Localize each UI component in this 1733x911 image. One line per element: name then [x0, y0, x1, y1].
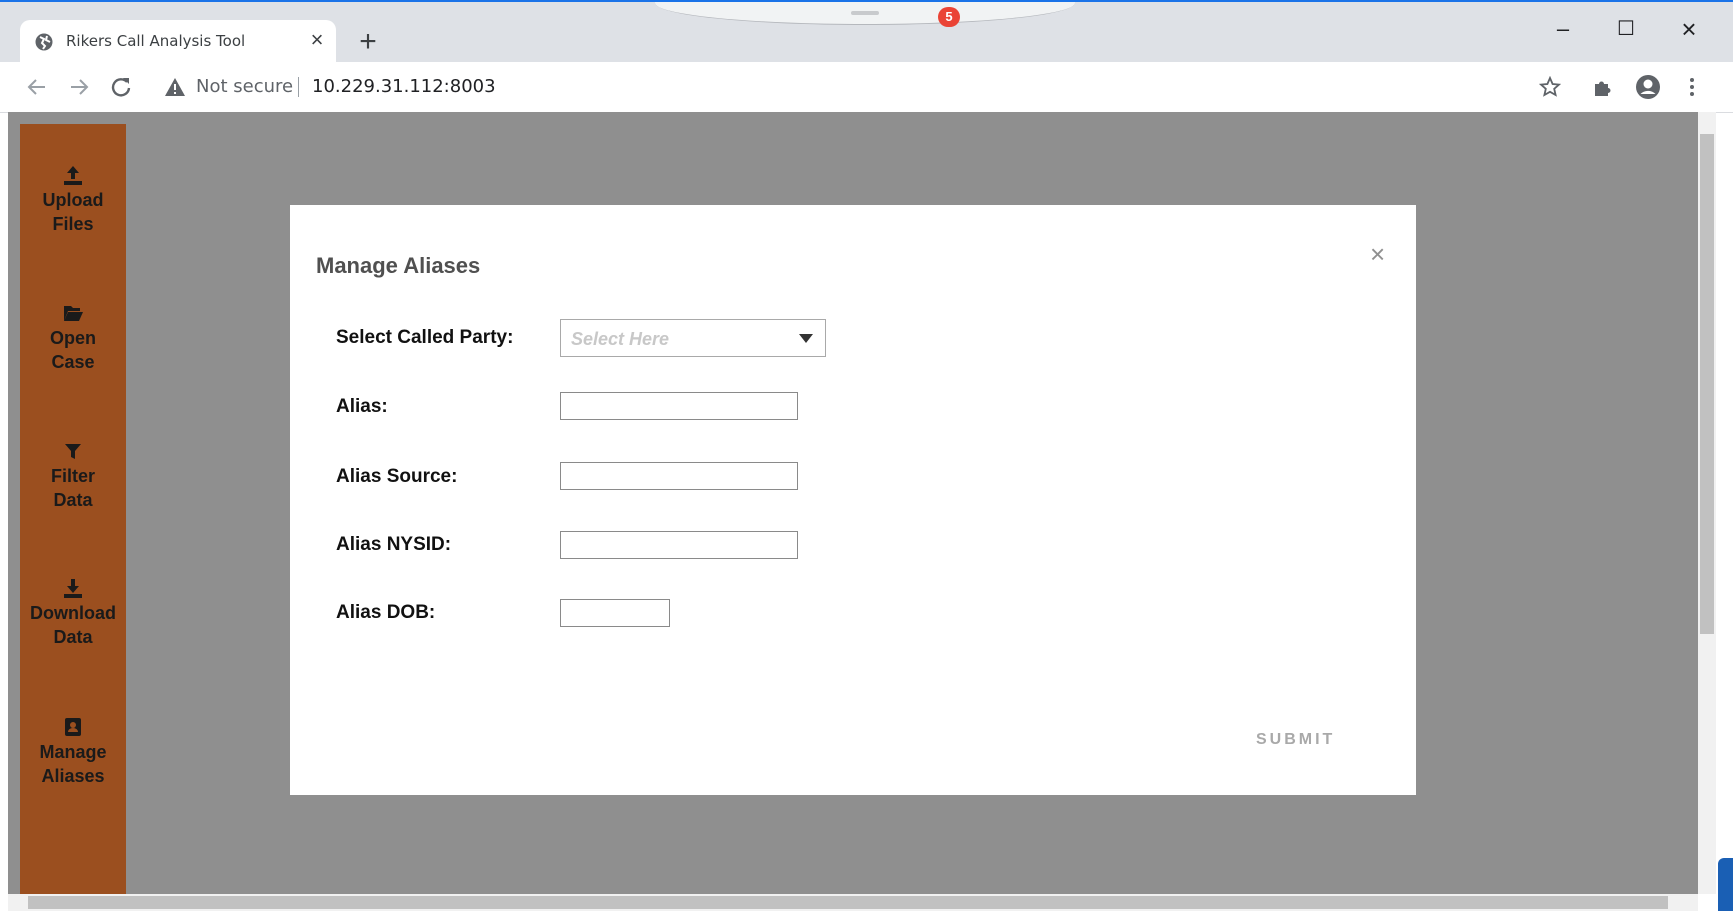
notification-badge[interactable]: 5	[938, 7, 960, 27]
minimize-button[interactable]: –	[1543, 14, 1583, 44]
browser-menu-icon[interactable]	[1676, 71, 1708, 103]
profile-avatar-icon[interactable]	[1632, 71, 1664, 103]
close-icon[interactable]: ×	[1370, 241, 1385, 267]
sidebar-label: Upload Files	[42, 190, 104, 234]
alias-nysid-label: Alias NYSID:	[336, 534, 452, 555]
alias-nysid-input[interactable]	[560, 531, 798, 559]
download-icon	[64, 579, 82, 598]
browser-tab-active[interactable]: Rikers Call Analysis Tool ×	[20, 20, 336, 64]
address-bar-url[interactable]: 10.229.31.112:8003	[312, 76, 496, 97]
new-tab-button[interactable]: +	[352, 26, 384, 58]
upload-icon	[64, 166, 82, 185]
alias-dob-label: Alias DOB:	[336, 602, 436, 623]
address-book-icon	[65, 718, 81, 736]
extensions-puzzle-icon[interactable]	[1586, 71, 1618, 103]
filter-icon	[65, 444, 81, 459]
select-placeholder: Select Here	[571, 329, 670, 349]
sidebar-item-upload-files[interactable]: Upload Files	[20, 164, 126, 236]
alias-label: Alias:	[336, 396, 388, 417]
warning-icon[interactable]	[164, 77, 186, 97]
chevron-down-icon	[799, 334, 813, 343]
close-window-button[interactable]: ×	[1669, 14, 1709, 44]
vertical-scroll-thumb[interactable]	[1700, 134, 1714, 634]
folder-open-icon	[64, 306, 83, 321]
called-party-select[interactable]: Select Here	[560, 319, 826, 357]
sidebar-item-filter-data[interactable]: Filter Data	[20, 440, 126, 512]
called-party-label: Select Called Party:	[336, 327, 514, 348]
manage-aliases-modal: Manage Aliases × Select Called Party: Se…	[290, 205, 1416, 795]
tab-close-icon[interactable]: ×	[306, 29, 328, 51]
back-arrow-icon[interactable]	[20, 70, 54, 104]
sidebar-label: Open Case	[49, 328, 96, 372]
sidebar-item-manage-aliases[interactable]: Manage Aliases	[20, 716, 126, 788]
sidebar-label: Manage Aliases	[39, 742, 107, 786]
horizontal-scrollbar[interactable]	[8, 894, 1698, 911]
alias-source-label: Alias Source:	[336, 466, 458, 487]
side-panel-tab[interactable]	[1718, 858, 1733, 911]
sidebar-label: Download Data	[30, 603, 116, 647]
horizontal-scroll-thumb[interactable]	[28, 896, 1668, 909]
modal-title: Manage Aliases	[316, 253, 481, 278]
reload-icon[interactable]	[104, 70, 138, 104]
bookmark-star-icon[interactable]	[1534, 71, 1566, 103]
notch-handle[interactable]	[851, 11, 879, 15]
sidebar-item-download-data[interactable]: Download Data	[20, 577, 126, 649]
notification-notch[interactable]: 5	[655, 2, 1075, 27]
tab-title: Rikers Call Analysis Tool	[66, 32, 246, 50]
alias-input[interactable]	[560, 392, 798, 420]
vertical-scrollbar[interactable]	[1698, 112, 1716, 894]
alias-dob-input[interactable]	[560, 599, 670, 627]
url-divider	[298, 77, 299, 97]
alias-source-input[interactable]	[560, 462, 798, 490]
globe-icon	[35, 33, 53, 51]
forward-arrow-icon[interactable]	[62, 70, 96, 104]
page-viewport: Upload Files Open Case Filter Data Downl…	[8, 112, 1698, 894]
sidebar: Upload Files Open Case Filter Data Downl…	[20, 124, 126, 894]
browser-toolbar: Not secure 10.229.31.112:8003	[0, 62, 1733, 113]
browser-titlebar: 5 Rikers Call Analysis Tool × + – ☐ ×	[0, 0, 1733, 64]
sidebar-item-open-case[interactable]: Open Case	[20, 302, 126, 374]
security-status[interactable]: Not secure	[196, 76, 293, 97]
sidebar-label: Filter Data	[50, 466, 95, 510]
maximize-button[interactable]: ☐	[1606, 14, 1646, 44]
submit-button[interactable]: SUBMIT	[1256, 731, 1335, 749]
